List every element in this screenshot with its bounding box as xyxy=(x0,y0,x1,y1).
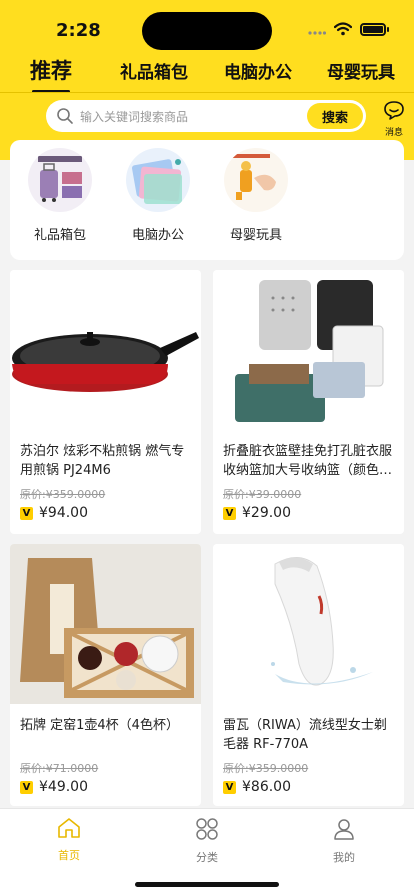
frying-pan-image xyxy=(10,270,201,430)
product-price: ¥29.00 xyxy=(242,505,291,521)
vip-badge-icon: V xyxy=(20,780,33,794)
home-icon xyxy=(58,818,80,838)
tab-home-label: 首页 xyxy=(58,849,80,862)
tea-set-image xyxy=(10,544,201,704)
category-computer-office[interactable]: 电脑办公 xyxy=(118,148,198,243)
product-original-price: 原价:¥39.0000 xyxy=(223,488,302,501)
status-time: 2:28 xyxy=(56,20,101,41)
chat-smile-icon xyxy=(384,101,404,120)
battery-icon xyxy=(360,22,389,36)
product-original-price: 原价:¥359.0000 xyxy=(20,488,106,501)
product-card[interactable]: 雷瓦（RIWA）流线型女士剃毛器 RF-770A 原价:¥359.0000 V … xyxy=(213,544,404,806)
category-panel: 礼品箱包 电脑办公 母婴玩具 xyxy=(10,140,404,260)
status-bar: 2:28 xyxy=(0,0,414,50)
tab-computer-office[interactable]: 电脑办公 xyxy=(224,58,292,83)
vip-badge-icon: V xyxy=(223,506,236,520)
category-computer-office-label: 电脑办公 xyxy=(131,228,184,243)
vip-badge-icon: V xyxy=(20,506,33,520)
tab-recommend[interactable]: 推荐 xyxy=(30,55,72,93)
product-price-row: V ¥94.00 xyxy=(20,505,191,521)
category-tabs: 推荐 礼品箱包 电脑办公 母婴玩具 xyxy=(0,52,414,93)
home-indicator xyxy=(135,882,279,887)
category-gift-bags[interactable]: 礼品箱包 xyxy=(20,148,100,243)
product-title: 雷瓦（RIWA）流线型女士剃毛器 RF-770A xyxy=(223,718,387,752)
tab-gift-bags[interactable]: 礼品箱包 xyxy=(120,58,188,83)
search-bar[interactable]: 输入关键词搜索商品 搜索 xyxy=(46,100,366,132)
tabs-divider xyxy=(0,92,414,93)
grid-circles-icon xyxy=(196,818,218,840)
search-icon xyxy=(57,108,73,124)
signal-icon xyxy=(308,31,326,35)
laundry-basket-image xyxy=(213,270,404,430)
tab-home[interactable]: 首页 xyxy=(29,817,109,863)
search-button[interactable]: 搜索 xyxy=(307,103,363,129)
product-price: ¥49.00 xyxy=(39,779,88,795)
product-title: 苏泊尔 炫彩不粘煎锅 燃气专用煎锅 PJ24M6 xyxy=(20,444,185,478)
product-price-row: V ¥49.00 xyxy=(20,779,191,795)
product-price-row: V ¥29.00 xyxy=(223,505,394,521)
product-title: 折叠脏衣篮壁挂免打孔脏衣服收纳篮加大号收纳篮（颜色… xyxy=(223,444,393,478)
message-label: 消息 xyxy=(384,128,403,138)
tab-mother-baby-toys[interactable]: 母婴玩具 xyxy=(327,58,395,83)
product-original-price: 原价:¥359.0000 xyxy=(223,762,309,775)
message-button[interactable]: 消息 xyxy=(380,100,408,138)
tab-categories[interactable]: 分类 xyxy=(167,817,247,865)
tab-profile[interactable]: 我的 xyxy=(304,817,384,865)
category-mother-baby-toys-label: 母婴玩具 xyxy=(229,228,282,243)
user-icon xyxy=(334,819,354,840)
luggage-image xyxy=(28,148,92,212)
product-title: 拓牌 定窑1壶4杯（4色杯） xyxy=(20,718,179,733)
product-original-price: 原价:¥71.0000 xyxy=(20,762,99,775)
tab-profile-label: 我的 xyxy=(333,851,355,864)
product-card[interactable]: 苏泊尔 炫彩不粘煎锅 燃气专用煎锅 PJ24M6 原价:¥359.0000 V … xyxy=(10,270,201,534)
product-price: ¥86.00 xyxy=(242,779,291,795)
vip-badge-icon: V xyxy=(223,780,236,794)
folders-image xyxy=(126,148,190,212)
shaver-image xyxy=(213,544,404,704)
product-card[interactable]: 折叠脏衣篮壁挂免打孔脏衣服收纳篮加大号收纳篮（颜色… 原价:¥39.0000 V… xyxy=(213,270,404,534)
tab-categories-label: 分类 xyxy=(196,851,218,864)
product-price: ¥94.00 xyxy=(39,505,88,521)
notch xyxy=(142,12,272,50)
search-input[interactable]: 输入关键词搜索商品 xyxy=(80,108,307,125)
category-gift-bags-label: 礼品箱包 xyxy=(33,228,86,243)
product-card[interactable]: 拓牌 定窑1壶4杯（4色杯） 原价:¥71.0000 V ¥49.00 xyxy=(10,544,201,806)
toy-image xyxy=(224,148,288,212)
product-price-row: V ¥86.00 xyxy=(223,779,394,795)
category-mother-baby-toys[interactable]: 母婴玩具 xyxy=(216,148,296,243)
wifi-icon xyxy=(334,22,352,36)
